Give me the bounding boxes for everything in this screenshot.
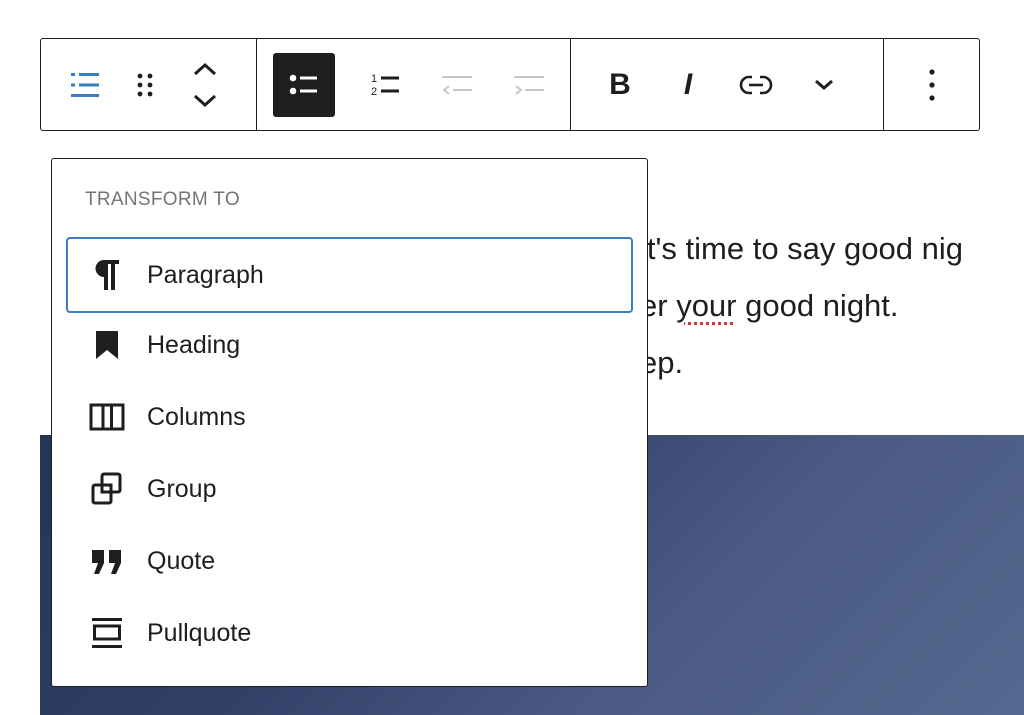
unordered-list-icon [289, 74, 317, 94]
indent-button[interactable] [498, 53, 560, 117]
list-item[interactable]: it's time to say good nig [640, 220, 963, 277]
drag-button[interactable] [115, 53, 175, 117]
ordered-list-icon: 12 [371, 73, 399, 98]
toolbar-group-list: 12 [257, 39, 571, 130]
list-item-text: good night. [736, 288, 899, 323]
transform-item-heading[interactable]: Heading [66, 309, 633, 381]
toolbar-group-format: B I [571, 39, 884, 130]
transform-menu: Paragraph Heading Columns Group Quote Pu… [66, 237, 633, 669]
italic-button[interactable]: I [657, 53, 719, 117]
list-block-icon [71, 72, 99, 97]
menu-item-label: Group [147, 474, 217, 503]
paragraph-icon [88, 256, 126, 294]
heading-bookmark-icon [88, 326, 126, 364]
chevron-down-icon [815, 79, 833, 90]
svg-text:1: 1 [371, 73, 377, 85]
group-icon [88, 470, 126, 508]
menu-item-label: Quote [147, 546, 216, 575]
bold-button[interactable]: B [589, 53, 651, 117]
menu-item-label: Paragraph [147, 260, 264, 289]
popover-title: TRANSFORM TO [85, 189, 240, 210]
toolbar-group-options [884, 39, 979, 130]
move-up-down-icon [193, 62, 217, 107]
transform-item-columns[interactable]: Columns [66, 381, 633, 453]
move-button[interactable] [175, 53, 235, 117]
transform-item-group[interactable]: Group [66, 453, 633, 525]
menu-item-label: Heading [147, 330, 241, 359]
link-button[interactable] [725, 53, 787, 117]
outdent-button[interactable] [427, 53, 489, 117]
transform-item-paragraph[interactable]: Paragraph [66, 237, 633, 313]
toolbar-group-block [41, 39, 257, 130]
italic-icon: I [683, 67, 693, 101]
list-item[interactable]: er your good night. [640, 277, 963, 334]
more-options-icon [928, 68, 935, 101]
svg-text:2: 2 [371, 86, 377, 98]
link-icon [739, 75, 773, 94]
ordered-list-button[interactable]: 12 [355, 53, 417, 117]
list-block-content[interactable]: it's time to say good nig er your good n… [640, 220, 963, 391]
columns-icon [88, 398, 126, 436]
menu-item-label: Columns [147, 402, 246, 431]
menu-item-label: Pullquote [147, 618, 252, 647]
transform-popover: TRANSFORM TO Paragraph Heading Columns G… [51, 158, 648, 687]
more-formats-button[interactable] [793, 53, 855, 117]
misspelled-word[interactable]: your [676, 288, 736, 323]
pullquote-icon [88, 614, 126, 652]
transform-item-pullquote[interactable]: Pullquote [66, 597, 633, 669]
drag-handle-icon [137, 73, 153, 96]
quote-icon [88, 542, 126, 580]
list-item[interactable]: ep. [640, 334, 963, 391]
options-button[interactable] [900, 53, 964, 117]
block-type-button[interactable] [55, 53, 115, 117]
unordered-list-button[interactable] [273, 52, 335, 117]
transform-item-quote[interactable]: Quote [66, 525, 633, 597]
bold-icon: B [609, 67, 631, 101]
indent-icon [514, 75, 545, 95]
outdent-icon [442, 75, 473, 95]
block-toolbar: 12 B I [40, 38, 980, 131]
